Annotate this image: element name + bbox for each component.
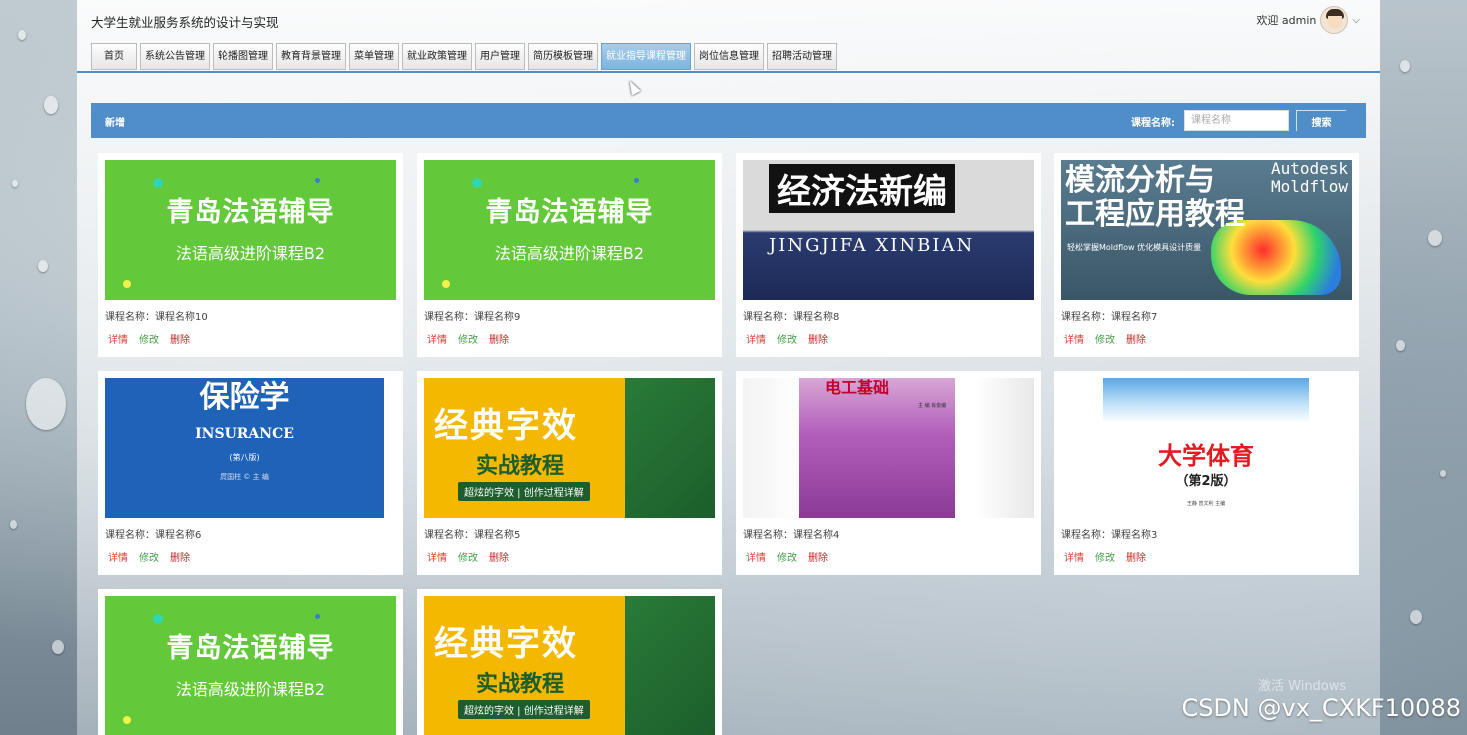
edit-link[interactable]: 修改 bbox=[458, 331, 478, 346]
main-nav: 首页 系统公告管理 轮播图管理 教育背景管理 菜单管理 就业政策管理 用户管理 … bbox=[91, 43, 837, 70]
csdn-watermark: CSDN @vx_CXKF10088 bbox=[1181, 694, 1461, 722]
course-name: 课程名称：课程名称3 bbox=[1061, 530, 1158, 541]
windows-activation-watermark: 激活 Windows bbox=[1258, 679, 1347, 694]
detail-link[interactable]: 详情 bbox=[108, 549, 128, 564]
delete-link[interactable]: 删除 bbox=[1126, 331, 1146, 346]
nav-item-resume-templates[interactable]: 简历模板管理 bbox=[528, 43, 598, 70]
edit-link[interactable]: 修改 bbox=[1095, 331, 1115, 346]
delete-link[interactable]: 删除 bbox=[489, 331, 509, 346]
course-image[interactable]: 大学体育 （第2版） 王静 曾文利 主编 bbox=[1061, 378, 1352, 518]
course-name: 课程名称：课程名称5 bbox=[424, 530, 521, 541]
nav-item-policy[interactable]: 就业政策管理 bbox=[402, 43, 472, 70]
course-image[interactable]: 青岛法语辅导 法语高级进阶课程B2 bbox=[105, 160, 396, 300]
course-card: 大学体育 （第2版） 王静 曾文利 主编 课程名称：课程名称3 详情 修改 删除 bbox=[1054, 371, 1359, 575]
search-button[interactable]: 搜索 bbox=[1296, 110, 1346, 131]
detail-link[interactable]: 详情 bbox=[108, 331, 128, 346]
add-button[interactable]: 新增 bbox=[105, 114, 125, 129]
site-title: 大学生就业服务系统的设计与实现 bbox=[91, 15, 279, 30]
main-panel: 大学生就业服务系统的设计与实现 欢迎 admin ⌵ 首页 系统公告管理 轮播图… bbox=[77, 0, 1380, 735]
delete-link[interactable]: 删除 bbox=[808, 331, 828, 346]
course-card: 电工基础 主 编 肖俊编 课程名称：课程名称4 详情 修改 删除 bbox=[736, 371, 1041, 575]
course-card: 经典字效 实战教程 超炫的字效 | 创作过程详解 bbox=[417, 589, 722, 735]
nav-item-education[interactable]: 教育背景管理 bbox=[276, 43, 346, 70]
delete-link[interactable]: 删除 bbox=[1126, 549, 1146, 564]
course-name: 课程名称：课程名称9 bbox=[424, 312, 521, 323]
nav-item-home[interactable]: 首页 bbox=[91, 43, 137, 70]
delete-link[interactable]: 删除 bbox=[808, 549, 828, 564]
edit-link[interactable]: 修改 bbox=[458, 549, 478, 564]
delete-link[interactable]: 删除 bbox=[489, 549, 509, 564]
nav-item-announcements[interactable]: 系统公告管理 bbox=[140, 43, 210, 70]
course-card: 保险学 INSURANCE (第八版) 庹国柱 © 主 编 课程名称：课程名称6… bbox=[98, 371, 403, 575]
nav-item-courses[interactable]: 就业指导课程管理 bbox=[601, 43, 691, 70]
edit-link[interactable]: 修改 bbox=[139, 331, 159, 346]
delete-link[interactable]: 删除 bbox=[170, 331, 190, 346]
course-name: 课程名称：课程名称7 bbox=[1061, 312, 1158, 323]
nav-item-recruit-events[interactable]: 招聘活动管理 bbox=[767, 43, 837, 70]
course-image[interactable]: 青岛法语辅导 法语高级进阶课程B2 bbox=[105, 596, 396, 735]
top-bar: 大学生就业服务系统的设计与实现 欢迎 admin ⌵ bbox=[77, 0, 1380, 40]
welcome-text: 欢迎 admin bbox=[1256, 14, 1317, 27]
nav-item-jobs[interactable]: 岗位信息管理 bbox=[694, 43, 764, 70]
edit-link[interactable]: 修改 bbox=[777, 549, 797, 564]
avatar[interactable] bbox=[1320, 6, 1349, 34]
delete-link[interactable]: 删除 bbox=[170, 549, 190, 564]
search-input[interactable] bbox=[1184, 110, 1289, 131]
detail-link[interactable]: 详情 bbox=[1064, 331, 1084, 346]
course-name: 课程名称：课程名称10 bbox=[105, 312, 208, 323]
course-card: 经济法新编 JINGJIFA XINBIAN 课程名称：课程名称8 详情 修改 … bbox=[736, 153, 1041, 357]
course-image[interactable]: 电工基础 主 编 肖俊编 bbox=[743, 378, 1034, 518]
course-card: 模流分析与 工程应用教程 Autodesk Moldflow 轻松掌握Moldflo… bbox=[1054, 153, 1359, 357]
course-image[interactable]: 经济法新编 JINGJIFA XINBIAN bbox=[743, 160, 1034, 300]
course-image[interactable]: 保险学 INSURANCE (第八版) 庹国柱 © 主 编 bbox=[105, 378, 384, 518]
nav-item-menu[interactable]: 菜单管理 bbox=[349, 43, 399, 70]
course-card: 青岛法语辅导 法语高级进阶课程B2 课程名称：课程名称9 详情 修改 删除 bbox=[417, 153, 722, 357]
course-image[interactable]: 青岛法语辅导 法语高级进阶课程B2 bbox=[424, 160, 715, 300]
detail-link[interactable]: 详情 bbox=[427, 331, 447, 346]
edit-link[interactable]: 修改 bbox=[139, 549, 159, 564]
course-name: 课程名称：课程名称8 bbox=[743, 312, 840, 323]
nav-divider bbox=[77, 71, 1380, 73]
chevron-down-icon[interactable]: ⌵ bbox=[1352, 15, 1360, 26]
nav-item-users[interactable]: 用户管理 bbox=[475, 43, 525, 70]
course-name: 课程名称：课程名称4 bbox=[743, 530, 840, 541]
edit-link[interactable]: 修改 bbox=[777, 331, 797, 346]
course-name: 课程名称：课程名称6 bbox=[105, 530, 202, 541]
edit-link[interactable]: 修改 bbox=[1095, 549, 1115, 564]
course-card: 经典字效 实战教程 超炫的字效 | 创作过程详解 课程名称：课程名称5 详情 修… bbox=[417, 371, 722, 575]
detail-link[interactable]: 详情 bbox=[746, 331, 766, 346]
search-label: 课程名称: bbox=[1131, 118, 1175, 129]
detail-link[interactable]: 详情 bbox=[1064, 549, 1084, 564]
course-image[interactable]: 经典字效 实战教程 超炫的字效 | 创作过程详解 bbox=[424, 596, 715, 735]
course-card: 青岛法语辅导 法语高级进阶课程B2 课程名称：课程名称10 详情 修改 删除 bbox=[98, 153, 403, 357]
nav-item-carousel[interactable]: 轮播图管理 bbox=[213, 43, 273, 70]
detail-link[interactable]: 详情 bbox=[427, 549, 447, 564]
course-card: 青岛法语辅导 法语高级进阶课程B2 bbox=[98, 589, 403, 735]
course-image[interactable]: 经典字效 实战教程 超炫的字效 | 创作过程详解 bbox=[424, 378, 715, 518]
course-image[interactable]: 模流分析与 工程应用教程 Autodesk Moldflow 轻松掌握Moldflo… bbox=[1061, 160, 1352, 300]
toolbar: 新增 课程名称: 搜索 bbox=[91, 103, 1366, 138]
detail-link[interactable]: 详情 bbox=[746, 549, 766, 564]
user-menu[interactable]: 欢迎 admin ⌵ bbox=[1256, 6, 1360, 34]
